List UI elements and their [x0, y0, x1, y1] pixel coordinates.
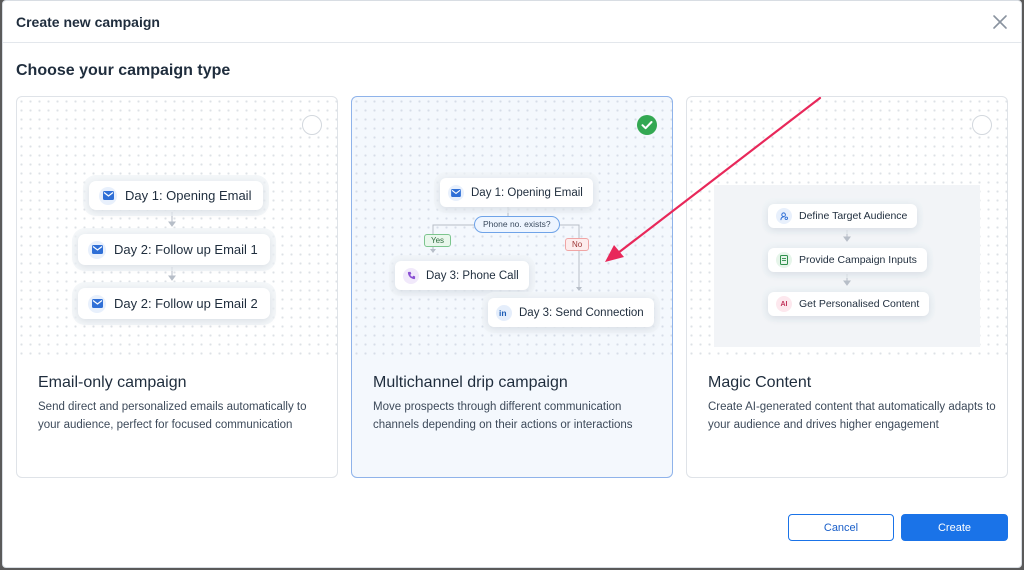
close-button[interactable] — [991, 13, 1009, 31]
campaign-type-multichannel-drip[interactable]: Day 1: Opening Email Phone no. exists? Y… — [351, 96, 673, 478]
card-description: Move prospects through different communi… — [373, 401, 633, 431]
branch-yes-label: Yes — [424, 234, 452, 247]
phone-icon — [403, 267, 419, 284]
flow-connectors — [843, 230, 851, 286]
flow-step: Define Target Audience — [768, 204, 918, 228]
flow-step: in Day 3: Send Connection — [488, 298, 654, 327]
cancel-button[interactable]: Cancel — [788, 514, 894, 541]
flow-step: AI Get Personalised Content — [768, 292, 930, 316]
flow-step: Day 1: Opening Email — [440, 178, 593, 207]
flow-step-label: Provide Campaign Inputs — [799, 254, 917, 266]
flow-step-label: Day 3: Phone Call — [426, 269, 519, 282]
svg-text:in: in — [499, 308, 507, 317]
dialog-header: Create new campaign — [3, 1, 1021, 43]
flow-step-label: Day 1: Opening Email — [471, 186, 583, 199]
document-icon — [776, 252, 792, 268]
mail-icon — [448, 184, 464, 201]
flow-step: Day 3: Phone Call — [395, 261, 529, 290]
flow-step: Day 2: Follow up Email 1 — [78, 234, 270, 265]
flow-step-label: Get Personalised Content — [799, 298, 920, 310]
branch-no-label: No — [565, 238, 590, 251]
card-title: Email-only campaign — [38, 374, 187, 391]
ai-badge-icon: AI — [776, 296, 792, 312]
campaign-type-email-only[interactable]: Day 1: Opening Email Day 2: Follow up Em… — [16, 96, 338, 478]
card-title: Magic Content — [708, 374, 812, 391]
flow-step: Provide Campaign Inputs — [768, 248, 927, 272]
section-title: Choose your campaign type — [16, 62, 231, 79]
flow-step-label: Day 2: Follow up Email 1 — [114, 242, 258, 257]
flow-step: Day 2: Follow up Email 2 — [78, 288, 270, 319]
flow-step: Day 1: Opening Email — [89, 181, 264, 210]
card-description: Send direct and personalized emails auto… — [38, 401, 307, 431]
mail-icon — [88, 294, 106, 313]
flow-connectors — [168, 212, 176, 281]
dialog-title: Create new campaign — [16, 14, 160, 30]
campaign-type-magic-content[interactable]: Define Target Audience Provide Campaign … — [686, 96, 1008, 478]
mail-icon — [88, 240, 106, 259]
mail-icon — [99, 186, 117, 205]
user-search-icon — [776, 208, 792, 224]
flow-step-label: Day 3: Send Connection — [519, 306, 644, 319]
linkedin-icon: in — [496, 304, 512, 321]
card-description: Create AI-generated content that automat… — [708, 401, 996, 431]
create-button[interactable]: Create — [901, 514, 1008, 541]
create-campaign-dialog: Create new campaign Choose your campaign… — [2, 0, 1022, 568]
decision-node: Phone no. exists? — [474, 216, 560, 233]
flow-step-label: Day 1: Opening Email — [125, 188, 252, 203]
close-icon — [993, 15, 1007, 29]
card-title: Multichannel drip campaign — [373, 374, 568, 391]
flow-step-label: Define Target Audience — [799, 210, 908, 222]
flow-step-label: Day 2: Follow up Email 2 — [114, 296, 258, 311]
